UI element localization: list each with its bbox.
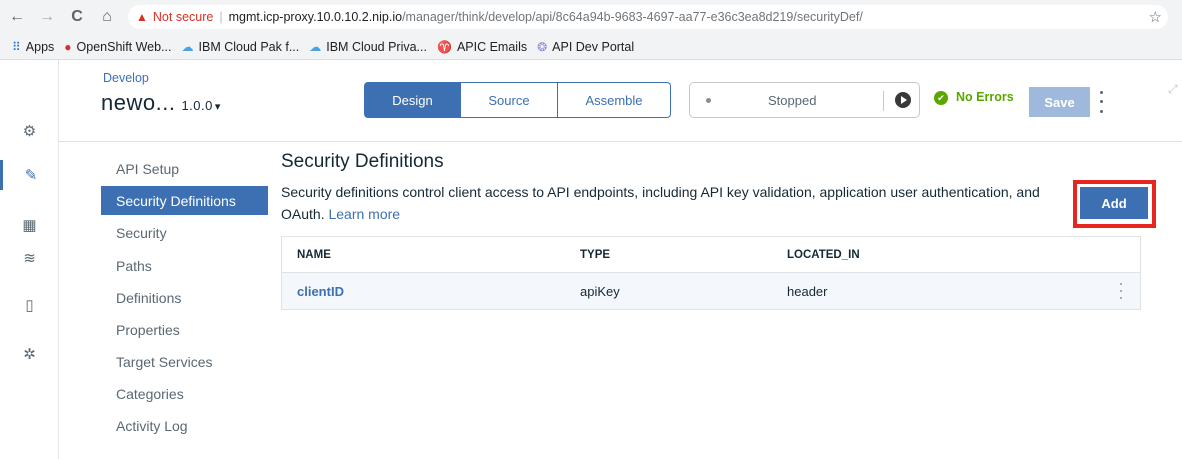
warning-icon: ▲ [136,10,148,24]
expand-icon[interactable]: ⤢ [1168,82,1178,97]
star-icon[interactable]: ☆ [1149,8,1162,26]
tab-assemble[interactable]: Assemble [558,82,671,118]
cell-name[interactable]: clientID [297,284,344,299]
dashboard-icon[interactable]: ▦ [0,210,59,240]
cell-located-in: header [787,284,828,299]
api-name: newo... [101,90,176,115]
security-definitions-table: NAME TYPE LOCATED_IN clientID apiKey hea… [281,236,1141,310]
nav-item-definitions[interactable]: Definitions [101,283,268,312]
bookmark-api-dev-portal[interactable]: ❂ API Dev Portal [537,40,634,54]
tab-design[interactable]: Design [364,82,461,118]
left-rail: ⚙ ✎ ▦ ≋ ▯ ✲ [0,60,59,459]
nav-item-properties[interactable]: Properties [101,315,268,344]
more-options-icon[interactable] [1097,88,1105,116]
badge-icon[interactable]: ▯ [0,290,59,320]
bookmark-apps[interactable]: ⠿ Apps [12,40,54,54]
caret-down-icon: ▾ [214,101,221,113]
column-header-located-in[interactable]: LOCATED_IN [787,249,860,261]
bookmark-apic-emails[interactable]: ♈ APIC Emails [437,40,527,54]
cloud-icon: ☁ [181,39,194,54]
run-status: Stopped [768,93,817,108]
api-version: 1.0.0 [181,98,213,113]
breadcrumb[interactable]: Develop [103,71,149,85]
layers-icon[interactable]: ≋ [0,243,59,273]
browser-toolbar: ← → C ⌂ ▲ Not secure | mgmt.icp-proxy.10… [0,0,1182,34]
reload-button[interactable]: C [66,6,88,28]
portal-icon: ❂ [537,39,548,54]
editor-tabs: Design Source Assemble [364,82,671,118]
cell-type: apiKey [580,284,620,299]
row-overflow-menu-icon[interactable] [1118,283,1124,299]
not-secure-label[interactable]: Not secure [153,10,213,24]
column-header-type[interactable]: TYPE [580,249,610,261]
url-separator: | [219,10,223,24]
nav-item-security[interactable]: Security [101,218,268,247]
api-selector[interactable]: newo... 1.0.0 ▾ [101,90,221,116]
nav-item-security-definitions[interactable]: Security Definitions [101,186,268,215]
runner-divider [883,91,884,111]
home-button[interactable]: ⌂ [96,6,118,28]
edit-icon[interactable]: ✎ [0,160,59,190]
nav-item-target-services[interactable]: Target Services [101,347,268,376]
cloud-icon: ☁ [309,39,322,54]
bookmarks-bar: ⠿ Apps ● OpenShift Web... ☁ IBM Cloud Pa… [0,34,1182,60]
save-button[interactable]: Save [1029,87,1090,117]
bookmark-label: API Dev Portal [552,39,635,54]
nav-item-activity-log[interactable]: Activity Log [101,411,268,440]
forward-button[interactable]: → [36,6,58,28]
api-editor-header: Develop newo... 1.0.0 ▾ Design Source Asse… [0,60,1182,142]
column-header-name[interactable]: NAME [297,249,331,261]
page-description: Security definitions control client acce… [281,181,1056,225]
test-runner: Stopped [689,82,920,118]
bookmark-ibm-cloud-pak[interactable]: ☁ IBM Cloud Pak f... [182,40,300,54]
back-button[interactable]: ← [6,6,28,28]
bookmark-label: IBM Cloud Pak f... [198,39,300,54]
bookmark-label: IBM Cloud Priva... [326,39,427,54]
settings-icon[interactable]: ✲ [0,339,59,369]
learn-more-link[interactable]: Learn more [328,206,400,222]
bookmark-ibm-cloud-private[interactable]: ☁ IBM Cloud Priva... [309,40,427,54]
add-button[interactable]: Add [1080,187,1148,219]
bookmark-label: OpenShift Web... [76,39,172,54]
apps-grid-icon: ⠿ [12,39,21,54]
status-dot-icon [706,97,711,103]
page-title: Security Definitions [281,151,444,172]
bookmark-label: Apps [25,39,55,54]
nav-item-paths[interactable]: Paths [101,251,268,280]
apic-icon: ♈ [436,39,452,54]
validation-status[interactable]: No Errors [956,90,1014,104]
table-header: NAME TYPE LOCATED_IN [282,237,1140,273]
url-path[interactable]: /manager/think/develop/api/8c64a94b-9683… [402,10,863,24]
openshift-icon: ● [64,39,72,54]
bookmark-label: APIC Emails [456,39,528,54]
bookmark-openshift[interactable]: ● OpenShift Web... [64,40,171,54]
address-bar[interactable]: ▲ Not secure | mgmt.icp-proxy.10.0.10.2.… [128,5,1168,29]
gear-outline-icon[interactable]: ⚙ [0,116,59,146]
table-row[interactable]: clientID apiKey header [282,273,1140,309]
url-host[interactable]: mgmt.icp-proxy.10.0.10.2.nip.io [229,10,402,24]
tab-source[interactable]: Source [461,82,558,118]
play-icon[interactable] [895,92,911,108]
nav-item-api-setup[interactable]: API Setup [101,154,268,183]
check-circle-icon: ✔ [934,91,948,105]
nav-item-categories[interactable]: Categories [101,379,268,408]
